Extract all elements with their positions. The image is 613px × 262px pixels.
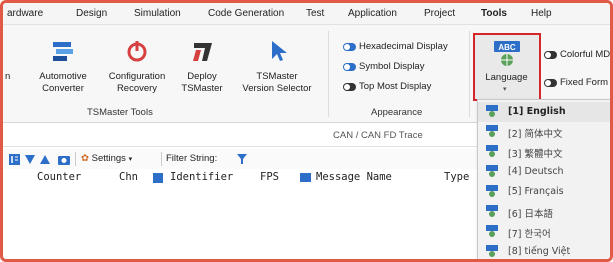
menu-help[interactable]: Help [531,8,552,19]
settings-dropdown[interactable]: ✿ Settings ▾ [81,153,132,164]
hex-display-label: Hexadecimal Display [359,41,448,52]
automotive-converter-label: Automotive Converter [39,71,87,94]
language-option[interactable]: [8] tiếng Việt [478,242,610,259]
language-icon [486,225,498,237]
top-most-toggle[interactable]: Top Most Display [343,81,431,92]
column-identifier[interactable]: Identifier [170,171,233,183]
toggle-switch-icon [343,42,356,51]
language-icon: ABC [494,41,520,66]
language-option[interactable]: [1] English [478,102,610,122]
appearance-group-label: Appearance [371,107,423,118]
automotive-converter-icon [53,42,73,61]
trace-title-text: CAN / CAN FD Trace [333,130,423,141]
language-option-label: [3] 繁體中文 [508,149,563,160]
language-icon [486,125,498,137]
language-button[interactable]: ABC Language ▾ [473,33,541,101]
symbol-display-toggle[interactable]: Symbol Display [343,61,424,72]
configuration-recovery-label: Configuration Recovery [108,71,166,94]
language-option[interactable]: [5] Français [478,182,610,202]
ribbon-separator [469,31,470,117]
language-icon [486,185,498,197]
arrow-up-icon[interactable] [40,155,50,164]
language-icon [486,205,498,217]
language-option-label: [8] tiếng Việt [508,246,571,257]
ribbon-separator [328,31,329,117]
toolbar-separator [75,152,76,166]
column-type[interactable]: Type [444,171,469,183]
automotive-converter-button[interactable]: Automotive Converter [33,39,93,99]
filter-label: Filter String: [166,153,218,164]
version-selector-label: TSMaster Version Selector [242,71,312,94]
power-icon [127,41,147,62]
deploy-icon [193,43,212,61]
menu-simulation[interactable]: Simulation [134,8,181,19]
chevron-down-icon: ▾ [503,86,507,93]
filter-icon[interactable] [237,154,247,164]
hash-icon [153,173,163,183]
fixed-form-toggle[interactable]: Fixed Form [544,77,608,88]
menu-application[interactable]: Application [348,8,397,19]
top-most-label: Top Most Display [359,81,432,92]
language-option-label: [5] Français [508,186,564,197]
toggle-switch-icon [343,62,356,71]
chevron-down-icon: ▾ [128,156,133,163]
menu-project[interactable]: Project [424,8,455,19]
cursor-icon [272,41,287,61]
toolbar-separator [161,152,162,166]
camera-icon[interactable] [58,154,70,165]
ribbon-partial-button[interactable]: n [5,71,10,83]
fixed-form-label: Fixed Form [560,77,609,88]
language-option-label: [7] 한국어 [508,229,551,240]
menu-tools[interactable]: Tools [481,8,507,19]
language-icon [486,245,498,257]
hex-display-toggle[interactable]: Hexadecimal Display [343,41,448,52]
column-counter[interactable]: Counter [37,171,81,183]
colorful-md-label: Colorful MD [560,49,611,60]
toggle-switch-icon [544,50,557,59]
language-option[interactable]: [3] 繁體中文 [478,142,610,162]
message-icon [300,173,311,182]
language-option-label: [6] 日本語 [508,209,553,220]
language-icon [486,145,498,157]
arrow-down-icon[interactable] [25,155,35,164]
language-option-label: [4] Deutsch [508,166,564,177]
settings-label: Settings [91,153,126,164]
colorful-md-toggle[interactable]: Colorful MD [544,49,610,60]
version-selector-button[interactable]: TSMaster Version Selector [235,39,319,99]
column-fps[interactable]: FPS [260,171,279,183]
menu-hardware[interactable]: ardware [7,8,43,19]
language-option-label: [2] 简体中文 [508,129,563,140]
language-icon [486,105,498,117]
language-option[interactable]: [2] 简体中文 [478,122,610,142]
toggle-switch-icon [343,82,356,91]
language-label: Language [485,72,528,83]
tsmaster-tools-group-label: TSMaster Tools [87,107,153,118]
menu-test[interactable]: Test [306,8,324,19]
language-option[interactable]: [4] Deutsch [478,162,610,182]
language-dropdown: [1] English [2] 简体中文 [3] 繁體中文 [4] Deutsc… [477,99,610,259]
menu-bar: ardware Design Simulation Code Generatio… [3,3,610,25]
language-option-label: [1] English [508,106,566,117]
language-option[interactable]: [7] 한국어 [478,222,610,242]
column-chn[interactable]: Chn [119,171,138,183]
language-icon [486,165,498,177]
menu-design[interactable]: Design [76,8,107,19]
sort-icon[interactable] [9,154,20,165]
column-message-name[interactable]: Message Name [316,171,392,183]
deploy-tsmaster-button[interactable]: Deploy TSMaster [177,39,227,99]
menu-code-generation[interactable]: Code Generation [208,8,284,19]
svg-text:ABC: ABC [498,43,516,52]
app-window: ardware Design Simulation Code Generatio… [0,0,613,262]
deploy-tsmaster-label: Deploy TSMaster [181,71,223,94]
toggle-switch-icon [544,78,557,87]
symbol-display-label: Symbol Display [359,61,425,72]
configuration-recovery-button[interactable]: Configuration Recovery [99,39,175,99]
gear-icon: ✿ [81,153,89,164]
language-option[interactable]: [6] 日本語 [478,202,610,222]
